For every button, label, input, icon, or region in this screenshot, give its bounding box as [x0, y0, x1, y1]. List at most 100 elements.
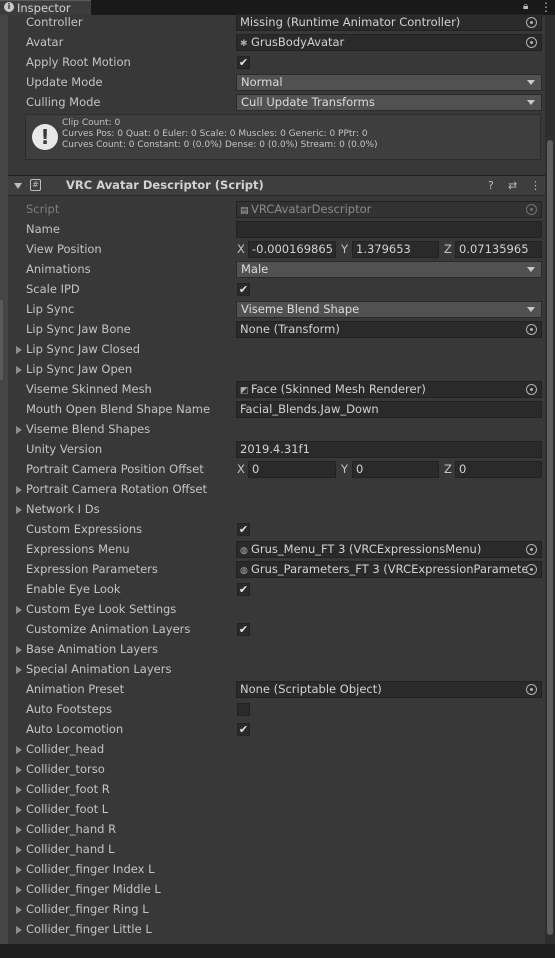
- foldout-arrow-icon[interactable]: [16, 866, 22, 874]
- help-icon[interactable]: ?: [488, 176, 494, 195]
- lip-sync-jaw-bone-field[interactable]: None (Transform): [236, 321, 542, 338]
- collider-row[interactable]: Collider_hand R: [8, 819, 545, 839]
- lip-sync-jaw-closed-label[interactable]: Lip Sync Jaw Closed: [26, 339, 140, 359]
- portrait-position-x-input[interactable]: 0: [248, 461, 336, 478]
- view-position-y-input[interactable]: 1.379653: [352, 241, 439, 258]
- collider-row[interactable]: Collider_foot L: [8, 799, 545, 819]
- scrollbar-thumb[interactable]: [547, 140, 553, 935]
- portrait-camera-rotation-label[interactable]: Portrait Camera Rotation Offset: [26, 479, 207, 499]
- foldout-arrow-icon[interactable]: [16, 366, 22, 374]
- scale-ipd-checkbox[interactable]: ✔: [237, 283, 250, 296]
- view-position-z-input[interactable]: 0.07135965: [455, 241, 542, 258]
- foldout-arrow-icon[interactable]: [16, 606, 22, 614]
- custom-expressions-checkbox[interactable]: ✔: [237, 523, 250, 536]
- foldout-arrow-icon[interactable]: [16, 846, 22, 854]
- collider-label[interactable]: Collider_finger Middle L: [26, 879, 161, 899]
- collider-label[interactable]: Collider_foot L: [26, 799, 108, 819]
- collider-row[interactable]: Collider_torso: [8, 759, 545, 779]
- z-label: Z: [444, 462, 452, 476]
- object-picker-icon[interactable]: [526, 564, 537, 575]
- foldout-arrow-icon[interactable]: [16, 666, 22, 674]
- collider-row[interactable]: Collider_foot R: [8, 779, 545, 799]
- component-header[interactable]: # VRC Avatar Descriptor (Script) ? ⇄ ⋮: [8, 175, 545, 196]
- animation-preset-value: None (Scriptable Object): [240, 682, 382, 696]
- more-icon[interactable]: ⋮: [530, 176, 541, 195]
- object-picker-icon[interactable]: [526, 324, 537, 335]
- lip-sync-dropdown[interactable]: Viseme Blend Shape: [236, 301, 542, 318]
- lip-sync-row: Lip Sync Viseme Blend Shape: [8, 299, 545, 319]
- lip-sync-jaw-open-label[interactable]: Lip Sync Jaw Open: [26, 359, 132, 379]
- auto-footsteps-checkbox[interactable]: [237, 703, 250, 716]
- enable-eye-look-checkbox[interactable]: ✔: [237, 583, 250, 596]
- avatar-field[interactable]: ✱ GrusBodyAvatar: [236, 34, 542, 51]
- foldout-arrow-icon[interactable]: [16, 506, 22, 514]
- viseme-blend-shapes-label[interactable]: Viseme Blend Shapes: [26, 419, 150, 439]
- collider-label[interactable]: Collider_hand R: [26, 819, 116, 839]
- collider-label[interactable]: Collider_hand L: [26, 839, 115, 859]
- lip-sync-jaw-open-row[interactable]: Lip Sync Jaw Open: [8, 359, 545, 379]
- foldout-arrow-icon[interactable]: [16, 646, 22, 654]
- foldout-arrow-icon[interactable]: [16, 926, 22, 934]
- culling-mode-dropdown[interactable]: Cull Update Transforms: [236, 94, 542, 111]
- foldout-arrow-icon[interactable]: [16, 826, 22, 834]
- portrait-position-y-input[interactable]: 0: [352, 461, 439, 478]
- controller-field[interactable]: Missing (Runtime Animator Controller): [236, 14, 542, 31]
- collider-row[interactable]: Collider_finger Little L: [8, 919, 545, 939]
- apply-root-motion-checkbox[interactable]: ✔: [237, 56, 250, 69]
- collider-label[interactable]: Collider_finger Ring L: [26, 899, 149, 919]
- update-mode-dropdown[interactable]: Normal: [236, 74, 542, 91]
- collider-row[interactable]: Collider_head: [8, 739, 545, 759]
- base-animation-layers-row[interactable]: Base Animation Layers: [8, 639, 545, 659]
- foldout-open-icon[interactable]: [14, 183, 22, 189]
- base-animation-layers-label[interactable]: Base Animation Layers: [26, 639, 158, 659]
- network-ids-label[interactable]: Network I Ds: [26, 499, 100, 519]
- collider-row[interactable]: Collider_hand L: [8, 839, 545, 859]
- foldout-arrow-icon[interactable]: [16, 746, 22, 754]
- object-picker-icon[interactable]: [526, 384, 537, 395]
- object-picker-icon[interactable]: [526, 684, 537, 695]
- name-input[interactable]: [236, 221, 542, 238]
- unity-version-input[interactable]: 2019.4.31f1: [236, 441, 542, 458]
- view-position-x-input[interactable]: -0.000169865: [248, 241, 336, 258]
- expressions-menu-field[interactable]: ◍ Grus_Menu_FT 3 (VRCExpressionsMenu): [236, 541, 542, 558]
- collider-row[interactable]: Collider_finger Index L: [8, 859, 545, 879]
- collider-label[interactable]: Collider_finger Index L: [26, 859, 155, 879]
- foldout-arrow-icon[interactable]: [16, 886, 22, 894]
- foldout-arrow-icon[interactable]: [16, 806, 22, 814]
- foldout-arrow-icon[interactable]: [16, 906, 22, 914]
- portrait-position-z-input[interactable]: 0: [455, 461, 542, 478]
- special-animation-layers-label[interactable]: Special Animation Layers: [26, 659, 171, 679]
- customize-animation-layers-label: Customize Animation Layers: [26, 622, 191, 636]
- foldout-arrow-icon[interactable]: [16, 426, 22, 434]
- object-picker-icon[interactable]: [526, 17, 537, 28]
- foldout-arrow-icon[interactable]: [16, 486, 22, 494]
- viseme-skinned-mesh-field[interactable]: ◩ Face (Skinned Mesh Renderer): [236, 381, 542, 398]
- customize-animation-layers-checkbox[interactable]: ✔: [237, 623, 250, 636]
- animations-dropdown[interactable]: Male: [236, 261, 542, 278]
- expression-parameters-field[interactable]: ◍ Grus_Parameters_FT 3 (VRCExpressionPara…: [236, 561, 542, 578]
- foldout-arrow-icon[interactable]: [16, 346, 22, 354]
- animation-preset-field[interactable]: None (Scriptable Object): [236, 681, 542, 698]
- object-picker-icon[interactable]: [526, 37, 537, 48]
- portrait-camera-rotation-row[interactable]: Portrait Camera Rotation Offset: [8, 479, 545, 499]
- foldout-arrow-icon[interactable]: [16, 786, 22, 794]
- custom-eye-look-row[interactable]: Custom Eye Look Settings: [8, 599, 545, 619]
- special-animation-layers-row[interactable]: Special Animation Layers: [8, 659, 545, 679]
- network-ids-row[interactable]: Network I Ds: [8, 499, 545, 519]
- custom-expressions-label: Custom Expressions: [26, 522, 143, 536]
- info-line: Clip Count: 0: [62, 118, 121, 128]
- auto-locomotion-checkbox[interactable]: ✔: [237, 723, 250, 736]
- viseme-blend-shapes-row[interactable]: Viseme Blend Shapes: [8, 419, 545, 439]
- collider-label[interactable]: Collider_torso: [26, 759, 105, 779]
- foldout-arrow-icon[interactable]: [16, 766, 22, 774]
- lip-sync-jaw-closed-row[interactable]: Lip Sync Jaw Closed: [8, 339, 545, 359]
- collider-label[interactable]: Collider_head: [26, 739, 104, 759]
- collider-row[interactable]: Collider_finger Middle L: [8, 879, 545, 899]
- preset-icon[interactable]: ⇄: [508, 176, 517, 195]
- collider-row[interactable]: Collider_finger Ring L: [8, 899, 545, 919]
- object-picker-icon[interactable]: [526, 544, 537, 555]
- collider-label[interactable]: Collider_finger Little L: [26, 919, 152, 939]
- custom-eye-look-label[interactable]: Custom Eye Look Settings: [26, 599, 176, 619]
- mouth-open-blend-shape-input[interactable]: Facial_Blends.Jaw_Down: [236, 401, 542, 418]
- collider-label[interactable]: Collider_foot R: [26, 779, 110, 799]
